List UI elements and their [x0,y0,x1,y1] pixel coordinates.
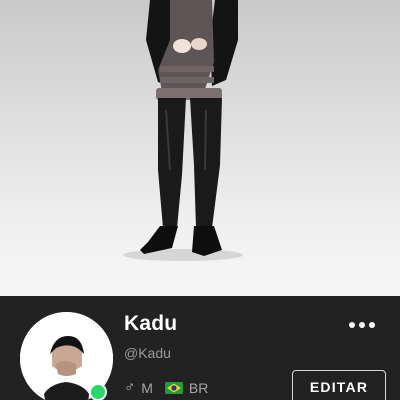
more-options-button[interactable] [344,318,380,332]
avatar-3d-figure [123,0,243,261]
more-horizontal-icon [359,322,365,328]
more-horizontal-icon [349,322,355,328]
profile-panel: Kadu @Kadu ♂ M BR EDITAR [0,296,400,400]
male-icon: ♂ [124,379,136,396]
brazil-flag-icon [164,381,183,394]
edit-profile-button[interactable]: EDITAR [292,370,386,400]
gender-label: M [141,379,153,396]
more-horizontal-icon [369,322,375,328]
online-status-indicator [89,383,107,400]
profile-username: Kadu [124,312,178,335]
profile-handle: @Kadu [124,345,171,361]
profile-meta: ♂ M BR [124,379,208,396]
country-code: BR [188,379,209,396]
avatar-scene[interactable] [0,0,400,296]
